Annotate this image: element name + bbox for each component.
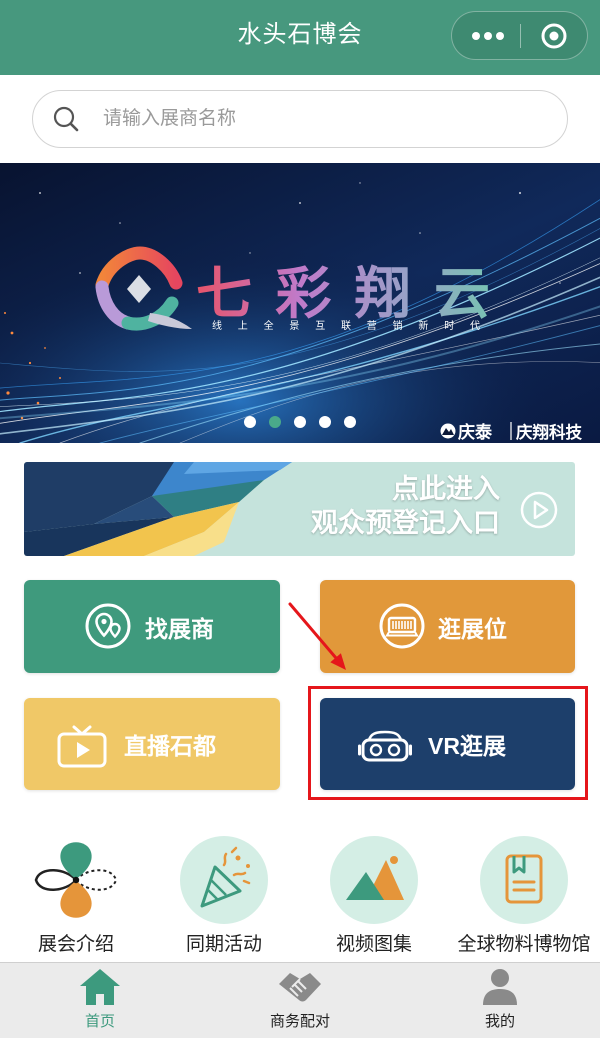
carousel-dot[interactable] xyxy=(344,416,356,428)
live-stream-button[interactable]: 直播石都 xyxy=(24,698,280,790)
registration-graphic xyxy=(24,462,292,556)
shortcut-label: 展会介绍 xyxy=(37,934,114,955)
vr-tour-button[interactable]: VR逛展 xyxy=(320,698,575,790)
tab-me-label: 我的 xyxy=(484,1013,515,1030)
carousel-dot[interactable] xyxy=(269,416,281,428)
browse-booth-label: 逛展位 xyxy=(438,615,507,642)
carousel-dot[interactable] xyxy=(319,416,331,428)
more-dots-icon[interactable] xyxy=(452,12,520,59)
home-icon xyxy=(80,969,120,1005)
find-exhibitor-button[interactable]: 找展商 xyxy=(24,580,280,673)
registration-text: 点此进入 观众预登记入口 xyxy=(311,472,500,540)
mountains-image-icon xyxy=(330,836,418,924)
page-title: 水头石博会 xyxy=(237,21,363,48)
registration-line2: 观众预登记入口 xyxy=(311,508,500,538)
vr-tour-label: VR逛展 xyxy=(428,733,506,759)
vr-goggles-icon xyxy=(358,730,412,762)
target-circle-icon[interactable] xyxy=(521,12,588,59)
carousel-dot[interactable] xyxy=(294,416,306,428)
party-popper-icon xyxy=(180,836,268,924)
shortcut-label: 全球物料博物馆 xyxy=(457,934,591,955)
tab-me[interactable]: 我的 xyxy=(400,963,600,1038)
visitor-registration-banner[interactable]: 点此进入 观众预登记入口 xyxy=(24,462,575,556)
banner-image: 七彩翔云 线上全景互联营销新时代 庆泰 庆翔科技 xyxy=(0,163,600,443)
tab-home[interactable]: 首页 xyxy=(0,963,200,1038)
tab-business-matching[interactable]: 商务配对 xyxy=(200,963,400,1038)
nav-bar: 水头石博会 xyxy=(0,0,600,75)
shortcut-label: 视频图集 xyxy=(335,934,412,955)
registration-line1: 点此进入 xyxy=(392,474,500,504)
app-root: 水头石博会 请输入展商名称 七彩翔云 线上全景互联营销新时代 庆泰 庆翔科技 点… xyxy=(0,0,600,1038)
person-icon xyxy=(483,969,517,1005)
menu-capsule xyxy=(451,11,588,60)
bottom-tab-bar: 首页 商务配对 我的 xyxy=(0,962,600,1038)
shortcut-expo-intro[interactable]: 展会介绍 xyxy=(6,830,146,958)
infinity-petal-icon xyxy=(34,842,118,918)
shortcut-concurrent-events[interactable]: 同期活动 xyxy=(154,830,294,958)
search-icon xyxy=(53,106,79,132)
play-circle-icon xyxy=(520,491,558,529)
booth-ticket-icon xyxy=(379,603,425,649)
tab-business-matching-label: 商务配对 xyxy=(269,1013,330,1030)
shortcut-label: 同期活动 xyxy=(185,934,262,955)
find-exhibitor-label: 找展商 xyxy=(145,615,214,642)
tab-home-label: 首页 xyxy=(84,1013,115,1030)
handshake-icon xyxy=(279,973,321,1002)
search-bar[interactable] xyxy=(32,90,568,148)
book-icon xyxy=(480,836,568,924)
carousel-dots xyxy=(0,416,600,428)
location-pins-icon xyxy=(85,603,131,649)
search-input[interactable] xyxy=(103,91,543,146)
shortcut-material-museum[interactable]: 全球物料博物馆 xyxy=(454,830,594,958)
banner-carousel[interactable]: 七彩翔云 线上全景互联营销新时代 庆泰 庆翔科技 xyxy=(0,163,600,443)
browse-booth-button[interactable]: 逛展位 xyxy=(320,580,575,673)
tv-play-icon xyxy=(57,725,107,768)
live-stream-label: 直播石都 xyxy=(124,733,216,759)
shortcut-video-gallery[interactable]: 视频图集 xyxy=(304,830,444,958)
carousel-dot[interactable] xyxy=(244,416,256,428)
